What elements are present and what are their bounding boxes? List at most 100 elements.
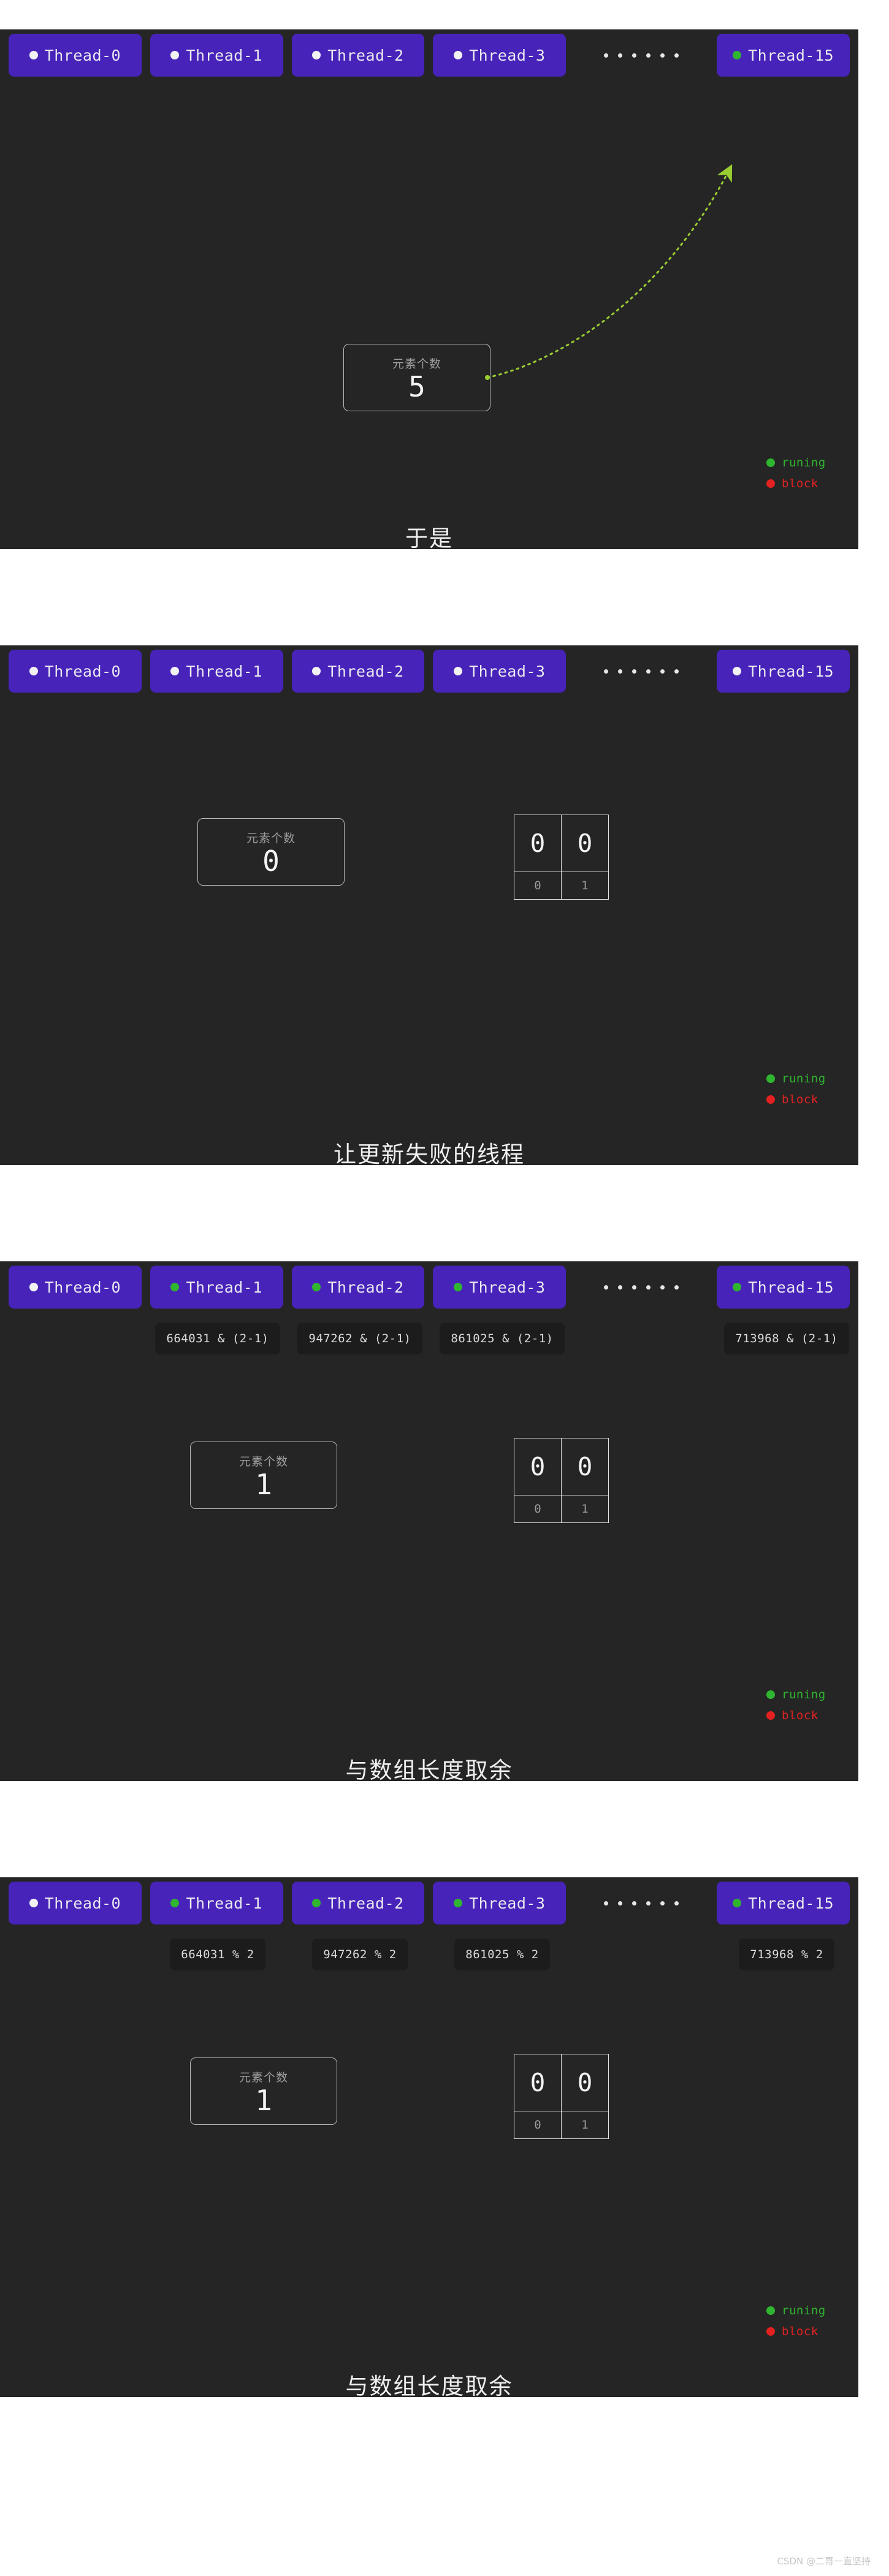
array-table-2: 0001 (514, 815, 609, 900)
ellipsis-dot-icon (632, 669, 637, 674)
running-dot-icon (766, 458, 775, 467)
legend-running-label: runing (782, 1688, 826, 1701)
element-count-card-1: 元素个数 5 (343, 344, 490, 411)
ellipsis-dot-icon (674, 1901, 679, 1905)
thread-button-thread-3[interactable]: Thread-3 (433, 1266, 567, 1309)
panel-caption-2: 让更新失败的线程 (334, 1141, 525, 1165)
ellipsis-dot-icon (604, 1285, 609, 1290)
formula-bar-4: 664031 % 2 947262 % 2 861025 % 2 713968 % … (9, 1932, 858, 1977)
legend-running-label: runing (782, 1072, 826, 1085)
formula-slot: 861025 & (2-1) (435, 1316, 569, 1361)
thread-status-dot-icon (170, 1283, 180, 1291)
array-cell: 0 (561, 1438, 609, 1495)
ellipsis-dot-icon (674, 669, 679, 674)
thread-button-thread-0[interactable]: Thread-0 (9, 34, 142, 77)
array-index-cell: 1 (561, 872, 609, 900)
ellipsis-dot-icon (660, 53, 665, 58)
ellipsis-dot-icon (646, 1285, 651, 1290)
blocked-dot-icon (766, 1095, 775, 1104)
thread-ellipsis (574, 1266, 708, 1309)
thread-label: Thread-2 (327, 46, 404, 64)
thread-button-thread-15[interactable]: Thread-15 (717, 1266, 850, 1309)
legend-blocked-label: block (782, 1709, 818, 1722)
formula-slot-empty (578, 1932, 711, 1977)
element-count-value: 1 (255, 2083, 272, 2117)
thread-bar-3: Thread-0 Thread-1 Thread-2 Thread-3 Thread-1… (9, 1266, 858, 1309)
thread-status-dot-icon (454, 1283, 463, 1291)
thread-button-thread-3[interactable]: Thread-3 (433, 650, 567, 693)
thread-button-thread-1[interactable]: Thread-1 (150, 650, 283, 693)
panel-caption-4: 与数组长度取余 (345, 2373, 513, 2397)
thread-button-thread-15[interactable]: Thread-15 (717, 34, 850, 77)
array-index-row: 01 (514, 2111, 609, 2139)
legend-1: runing block (766, 452, 858, 494)
element-count-value: 1 (255, 1467, 272, 1501)
array-cell: 0 (561, 815, 609, 872)
thread-label: Thread-0 (44, 1894, 121, 1912)
thread-status-dot-icon (312, 51, 321, 59)
element-count-card-2: 元素个数 0 (197, 818, 345, 886)
thread-label: Thread-15 (748, 46, 834, 64)
formula-chip: 664031 % 2 (170, 1939, 265, 1970)
legend-running-label: runing (782, 2304, 826, 2317)
thread-button-thread-0[interactable]: Thread-0 (9, 650, 142, 693)
thread-button-thread-2[interactable]: Thread-2 (291, 1266, 425, 1309)
blocked-dot-icon (766, 1711, 775, 1720)
thread-button-thread-1[interactable]: Thread-1 (150, 1266, 283, 1309)
thread-status-dot-icon (29, 1899, 38, 1907)
legend-4: runing block (766, 2300, 858, 2342)
thread-button-thread-15[interactable]: Thread-15 (717, 1882, 850, 1924)
ellipsis-dot-icon (618, 1901, 623, 1905)
formula-bar-3: 664031 & (2-1) 947262 & (2-1) 861025 & (2-… (9, 1316, 858, 1361)
array-table-4: 0001 (514, 2054, 609, 2139)
thread-button-thread-1[interactable]: Thread-1 (150, 1882, 283, 1924)
thread-button-thread-2[interactable]: Thread-2 (291, 1882, 425, 1924)
thread-status-dot-icon (170, 1899, 180, 1907)
thread-bar-4: Thread-0 Thread-1 Thread-2 Thread-3 Thread-1… (9, 1882, 858, 1924)
thread-button-thread-0[interactable]: Thread-0 (9, 1882, 142, 1924)
array-table-3: 0001 (514, 1438, 609, 1523)
formula-chip: 713968 % 2 (739, 1939, 834, 1970)
legend-blocked-label: block (782, 477, 818, 490)
thread-label: Thread-15 (748, 1894, 834, 1912)
ellipsis-dot-icon (604, 669, 609, 674)
running-dot-icon (766, 1690, 775, 1699)
thread-button-thread-15[interactable]: Thread-15 (717, 650, 850, 693)
thread-button-thread-2[interactable]: Thread-2 (291, 34, 425, 77)
formula-slot: 861025 % 2 (435, 1932, 569, 1977)
formula-slot: 664031 % 2 (151, 1932, 284, 1977)
array-cell: 0 (514, 1438, 562, 1495)
thread-label: Thread-0 (44, 46, 121, 64)
element-count-value: 5 (408, 370, 425, 403)
ellipsis-dot-icon (674, 1285, 679, 1290)
running-dot-icon (766, 1074, 775, 1083)
thread-label: Thread-2 (327, 1894, 404, 1912)
ellipsis-dot-icon (618, 53, 623, 58)
panel-2: Thread-0 Thread-1 Thread-2 Thread-3 Thread-1… (0, 645, 858, 1165)
thread-status-dot-icon (29, 51, 38, 59)
thread-status-dot-icon (733, 51, 742, 59)
thread-status-dot-icon (733, 667, 742, 675)
legend-blocked-label: block (782, 2325, 818, 2338)
thread-button-thread-3[interactable]: Thread-3 (433, 34, 567, 77)
running-dot-icon (766, 2306, 775, 2315)
thread-label: Thread-1 (186, 662, 262, 680)
thread-button-thread-2[interactable]: Thread-2 (291, 650, 425, 693)
thread-button-thread-3[interactable]: Thread-3 (433, 1882, 567, 1924)
formula-chip: 947262 % 2 (312, 1939, 408, 1970)
formula-slot: 664031 & (2-1) (151, 1316, 284, 1361)
array-values-row: 00 (514, 815, 609, 872)
ellipsis-dot-icon (660, 1285, 665, 1290)
thread-button-thread-1[interactable]: Thread-1 (150, 34, 283, 77)
thread-label: Thread-15 (748, 1278, 834, 1296)
ellipsis-dot-icon (632, 53, 637, 58)
ellipsis-dot-icon (646, 1901, 651, 1905)
legend-blocked-label: block (782, 1093, 818, 1106)
legend-item-blocked: block (766, 473, 858, 494)
thread-label: Thread-1 (186, 1278, 262, 1296)
thread-button-thread-0[interactable]: Thread-0 (9, 1266, 142, 1309)
formula-slot: 713968 & (2-1) (720, 1316, 853, 1361)
array-values-row: 00 (514, 1438, 609, 1495)
panel-4: Thread-0 Thread-1 Thread-2 Thread-3 Thread-1… (0, 1877, 858, 2397)
legend-item-running: runing (766, 1684, 858, 1705)
